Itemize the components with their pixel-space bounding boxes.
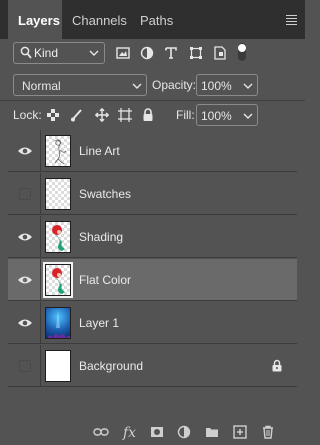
delete-layer-icon[interactable]	[261, 425, 275, 439]
fill-label: Fill:	[176, 108, 195, 122]
layer-thumbnail[interactable]	[45, 135, 71, 167]
layer-row-background[interactable]: Background	[8, 345, 297, 387]
lock-position-icon[interactable]	[95, 108, 109, 122]
lock-icon[interactable]	[271, 359, 283, 372]
opacity-label: Opacity:	[152, 78, 197, 92]
layer-name[interactable]: Line Art	[79, 144, 120, 158]
hidden-visibility-box[interactable]	[19, 188, 31, 200]
tab-layers[interactable]: Layers	[8, 0, 62, 39]
layer-row-swatches[interactable]: Swatches	[8, 173, 297, 215]
opacity-value: 100%	[201, 79, 232, 93]
blend-mode-select[interactable]: Normal	[13, 74, 147, 96]
lock-label: Lock:	[13, 108, 42, 122]
layer-thumbnail[interactable]	[45, 307, 71, 339]
tab-paths[interactable]: Paths	[130, 0, 183, 39]
lock-transparent-pixels-icon[interactable]	[46, 108, 60, 122]
filter-kind-select[interactable]: Kind	[13, 42, 105, 64]
chevron-down-icon	[89, 50, 99, 56]
smart-object-filter-icon[interactable]	[213, 46, 227, 60]
svg-text:fx: fx	[122, 425, 136, 441]
search-icon	[20, 46, 32, 59]
layer-thumbnail[interactable]	[45, 350, 71, 382]
lock-artboard-icon[interactable]	[118, 108, 132, 122]
eye-icon[interactable]	[17, 274, 33, 286]
filter-toggle-icon[interactable]	[237, 42, 247, 62]
divider	[0, 100, 305, 101]
new-layer-icon[interactable]	[233, 425, 247, 439]
visibility-toggle[interactable]	[8, 130, 41, 172]
type-filter-icon[interactable]	[164, 46, 178, 60]
add-mask-icon[interactable]	[150, 425, 164, 439]
layer-name[interactable]: Background	[79, 359, 143, 373]
eye-icon[interactable]	[17, 317, 33, 329]
visibility-toggle[interactable]	[8, 216, 41, 258]
lock-all-icon[interactable]	[141, 108, 155, 122]
new-adjustment-layer-icon[interactable]	[177, 425, 191, 439]
visibility-toggle[interactable]	[8, 259, 41, 301]
chevron-down-icon[interactable]	[243, 109, 253, 123]
fx-icon[interactable]: fx	[122, 423, 140, 441]
filter-kind-label: Kind	[34, 46, 59, 60]
fill-field[interactable]: 100%	[196, 104, 258, 126]
layer-name[interactable]: Shading	[79, 230, 123, 244]
layer-row-layer-1[interactable]: Layer 1	[8, 302, 297, 344]
lock-row: Lock: Fill: 100%	[0, 104, 305, 126]
blend-mode-value: Normal	[22, 79, 61, 93]
layer-row-flat-color[interactable]: Flat Color	[8, 259, 297, 301]
eye-icon[interactable]	[17, 145, 33, 157]
layer-name[interactable]: Flat Color	[79, 273, 131, 287]
layer-filter-row: Kind	[0, 42, 305, 66]
layer-thumbnail[interactable]	[45, 178, 71, 210]
panel-menu-icon[interactable]	[286, 15, 297, 27]
tab-channels[interactable]: Channels	[62, 0, 137, 39]
chevron-down-icon[interactable]	[243, 79, 253, 93]
layer-thumbnail[interactable]	[43, 262, 73, 298]
chevron-down-icon	[132, 83, 142, 89]
layer-name[interactable]: Layer 1	[79, 316, 119, 330]
image-filter-icon[interactable]	[116, 46, 130, 60]
opacity-field[interactable]: 100%	[196, 74, 258, 96]
adjustment-filter-icon[interactable]	[140, 46, 154, 60]
visibility-toggle[interactable]	[8, 345, 41, 387]
layers-list: Line Art Swatches Shading Flat Color Lay…	[8, 130, 305, 387]
hidden-visibility-box[interactable]	[19, 360, 31, 372]
panel-tab-bar: Layers Channels Paths	[0, 0, 305, 39]
blend-row: Normal Opacity: 100%	[0, 74, 305, 96]
new-group-icon[interactable]	[205, 425, 219, 439]
layers-footer: fx	[0, 418, 305, 445]
layer-row-line-art[interactable]: Line Art	[8, 130, 297, 172]
visibility-toggle[interactable]	[8, 173, 41, 215]
fill-value: 100%	[201, 109, 232, 123]
layer-row-shading[interactable]: Shading	[8, 216, 297, 258]
visibility-toggle[interactable]	[8, 302, 41, 344]
lock-image-pixels-icon[interactable]	[70, 108, 84, 122]
link-layers-icon[interactable]	[93, 425, 109, 439]
layer-thumbnail[interactable]	[45, 221, 71, 253]
layer-name[interactable]: Swatches	[79, 187, 131, 201]
shape-filter-icon[interactable]	[189, 46, 203, 60]
eye-icon[interactable]	[17, 231, 33, 243]
